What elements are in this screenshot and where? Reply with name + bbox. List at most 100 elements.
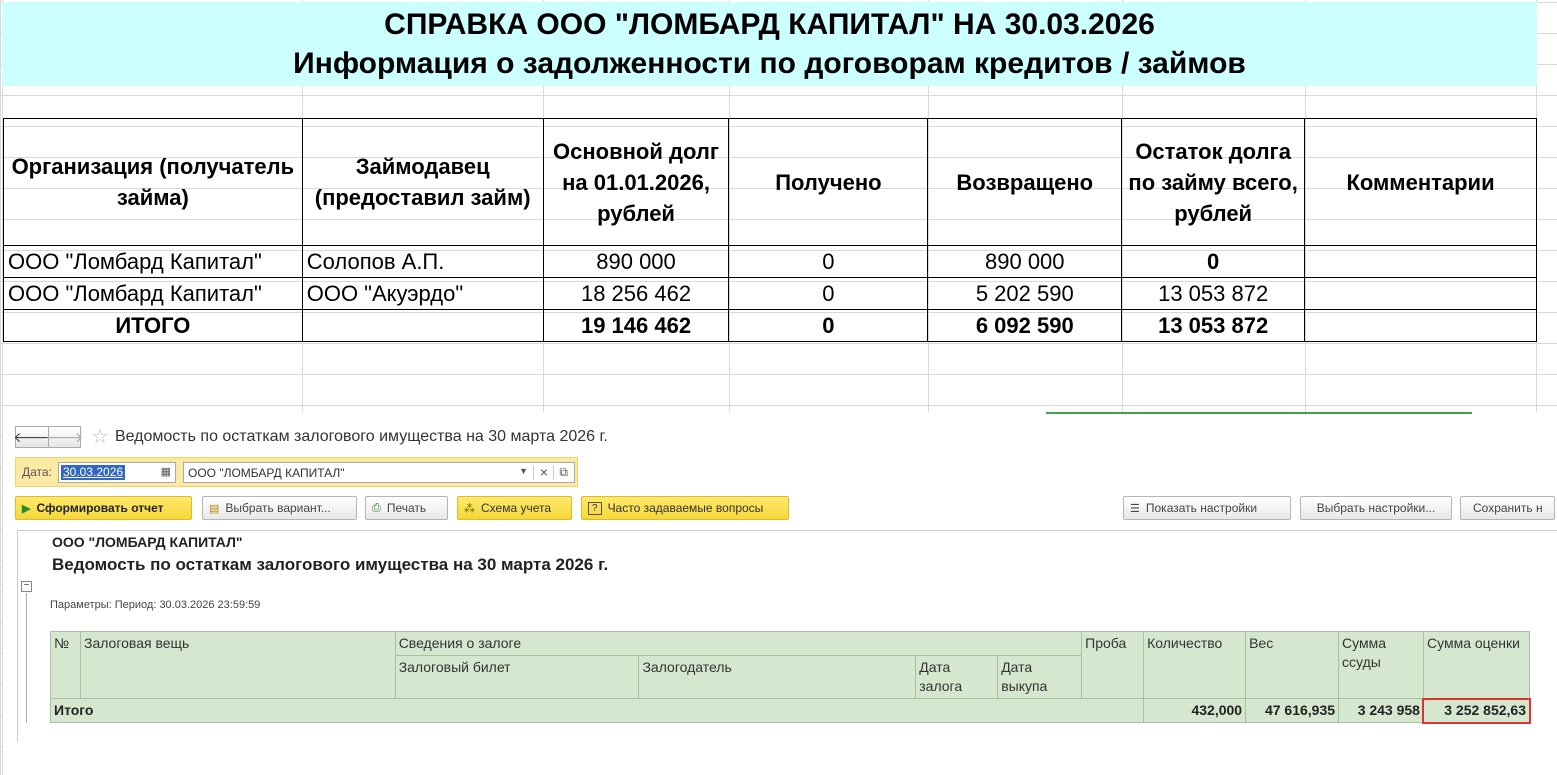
filter-bar: Дата: 30.03.2026 ▦ ООО "ЛОМБАРД КАПИТАЛ"… (15, 457, 578, 487)
report-organization: ООО "ЛОМБАРД КАПИТАЛ" (52, 534, 243, 550)
report-total-valuation-sum[interactable]: 3 252 852,63 (1422, 697, 1531, 724)
header-received[interactable]: Получено (728, 118, 929, 246)
choose-settings-label: Выбрать настройки... (1316, 501, 1436, 515)
header-item[interactable]: Залоговая вещь (79, 631, 396, 699)
banner-subtitle: Информация о задолженности по договорам … (293, 47, 1246, 80)
total-comments[interactable] (1304, 309, 1537, 342)
header-weight[interactable]: Вес (1245, 631, 1340, 699)
show-settings-button[interactable]: ☰ Показать настройки (1123, 496, 1291, 520)
report-window: 🡐 🡒 ☆ Ведомость по остаткам залогового и… (3, 412, 1557, 775)
field-separator (553, 465, 554, 480)
cell-lender[interactable]: ООО "Акуэрдо" (301, 277, 544, 310)
cell-principal[interactable]: 18 256 462 (542, 277, 730, 310)
cell-organization[interactable]: ООО "Ломбард Капитал" (3, 277, 303, 310)
print-label: Печать (386, 501, 427, 515)
window-title: Ведомость по остаткам залогового имущест… (114, 428, 608, 445)
organization-field[interactable]: ООО "ЛОМБАРД КАПИТАЛ" ▼ × ⧉ (183, 462, 575, 483)
cell-balance[interactable]: 13 053 872 (1121, 277, 1306, 310)
organization-value: ООО "ЛОМБАРД КАПИТАЛ" (188, 466, 345, 480)
choose-settings-button[interactable]: Выбрать настройки... (1300, 496, 1452, 520)
header-principal[interactable]: Основной долг на 01.01.2026, рублей (542, 118, 730, 246)
arrow-right-icon: 🡒 (45, 428, 84, 445)
question-icon: ? (588, 501, 602, 515)
report-area: − ООО "ЛОМБАРД КАПИТАЛ" Ведомость по ост… (17, 530, 1557, 742)
header-balance[interactable]: Остаток долга по займу всего, рублей (1121, 118, 1306, 246)
variant-icon: ▤ (209, 502, 220, 515)
total-principal[interactable]: 19 146 462 (542, 309, 730, 342)
date-value: 30.03.2026 (61, 465, 126, 480)
report-parameters: Параметры: Период: 30.03.2026 23:59:59 (50, 599, 261, 611)
play-icon: ▶ (22, 502, 31, 515)
total-label[interactable]: ИТОГО (3, 309, 303, 342)
cell-organization[interactable]: ООО "Ломбард Капитал" (3, 245, 303, 278)
choose-variant-label: Выбрать вариант... (225, 501, 331, 515)
report-total-weight[interactable]: 47 616,935 (1245, 698, 1340, 723)
report-total-quantity[interactable]: 432,000 (1143, 698, 1247, 723)
scheme-icon: ⁂ (464, 502, 475, 515)
active-tab-indicator (1046, 412, 1472, 414)
cell-lender[interactable]: Солопов А.П. (301, 245, 544, 278)
total-returned[interactable]: 6 092 590 (927, 309, 1123, 342)
header-lender[interactable]: Займодавец (предоставил займ) (301, 118, 544, 246)
total-lender[interactable] (301, 309, 544, 342)
show-settings-label: Показать настройки (1145, 501, 1258, 515)
collapse-icon[interactable]: − (21, 581, 32, 592)
toolbar: ▶ Сформировать отчет ▤ Выбрать вариант... … (15, 496, 1555, 522)
calendar-icon[interactable]: ▦ (161, 465, 171, 478)
header-returned[interactable]: Возвращено (927, 118, 1123, 246)
field-separator (533, 465, 534, 480)
cell-comments[interactable] (1304, 277, 1537, 310)
faq-button[interactable]: ? Часто задаваемые вопросы (581, 496, 789, 520)
accounting-scheme-label: Схема учета (481, 501, 552, 515)
table-row: ООО "Ломбард Капитал" Солопов А.П. 890 0… (3, 245, 1537, 278)
collateral-table: № Залоговая вещь Сведения о залоге Проба… (49, 631, 1531, 724)
generate-label: Сформировать отчет (36, 501, 164, 515)
header-pledge-info[interactable]: Сведения о залоге (394, 631, 1083, 656)
cell-comments[interactable] (1304, 245, 1537, 278)
header-quantity[interactable]: Количество (1143, 631, 1247, 699)
choose-variant-button[interactable]: ▤ Выбрать вариант... (202, 496, 357, 520)
header-redeem-date[interactable]: Дата выкупа (997, 655, 1083, 699)
report-total-row: Итого 432,000 47 616,935 3 243 958 3 252… (49, 697, 1531, 724)
table-total-row: ИТОГО 19 146 462 0 6 092 590 13 053 872 (3, 309, 1537, 342)
header-pledge-date[interactable]: Дата залога (915, 655, 999, 699)
header-comments[interactable]: Комментарии (1304, 118, 1537, 246)
open-icon[interactable]: ⧉ (559, 465, 568, 480)
dropdown-arrow-icon[interactable]: ▼ (519, 466, 528, 476)
header-organization[interactable]: Организация (получатель займа) (3, 118, 303, 246)
printer-icon: ⎙ (372, 501, 381, 514)
faq-label: Часто задаваемые вопросы (607, 501, 764, 515)
header-ticket[interactable]: Залоговый билет (394, 655, 640, 699)
header-pledger[interactable]: Залогодатель (638, 655, 917, 699)
group-line (26, 593, 27, 723)
header-assay[interactable]: Проба (1081, 631, 1145, 699)
header-valuation-sum[interactable]: Сумма оценки (1422, 631, 1531, 699)
debt-table-header: Организация (получатель займа) Займодаве… (3, 118, 1537, 246)
date-label: Дата: (22, 465, 52, 479)
generate-report-button[interactable]: ▶ Сформировать отчет (15, 496, 192, 520)
favorite-star-icon[interactable]: ☆ (91, 427, 109, 447)
save-settings-button[interactable]: Сохранить н (1460, 496, 1555, 520)
total-received[interactable]: 0 (728, 309, 929, 342)
cell-returned[interactable]: 890 000 (927, 245, 1123, 278)
total-balance[interactable]: 13 053 872 (1121, 309, 1306, 342)
print-button[interactable]: ⎙ Печать (365, 496, 448, 520)
save-settings-label: Сохранить н (1473, 501, 1543, 515)
header-num[interactable]: № (50, 631, 81, 699)
header-loan-sum[interactable]: Сумма ссуды (1338, 631, 1424, 699)
cell-principal[interactable]: 890 000 (542, 245, 730, 278)
title-banner[interactable]: СПРАВКА ООО "ЛОМБАРД КАПИТАЛ" НА 30.03.2… (2, 2, 1537, 86)
back-button[interactable]: 🡐 (13, 426, 51, 448)
clear-icon[interactable]: × (540, 464, 548, 480)
cell-received[interactable]: 0 (728, 245, 929, 278)
cell-balance[interactable]: 0 (1121, 245, 1306, 278)
cell-received[interactable]: 0 (728, 277, 929, 310)
date-field[interactable]: 30.03.2026 ▦ (58, 462, 176, 483)
report-total-loan-sum[interactable]: 3 243 958 (1338, 698, 1424, 723)
accounting-scheme-button[interactable]: ⁂ Схема учета (457, 496, 572, 520)
table-row: ООО "Ломбард Капитал" ООО "Акуэрдо" 18 2… (3, 277, 1537, 310)
report-total-label[interactable]: Итого (49, 698, 1145, 723)
forward-button[interactable]: 🡒 (45, 426, 84, 448)
cell-returned[interactable]: 5 202 590 (927, 277, 1123, 310)
window-header: 🡐 🡒 ☆ Ведомость по остаткам залогового и… (13, 426, 608, 448)
